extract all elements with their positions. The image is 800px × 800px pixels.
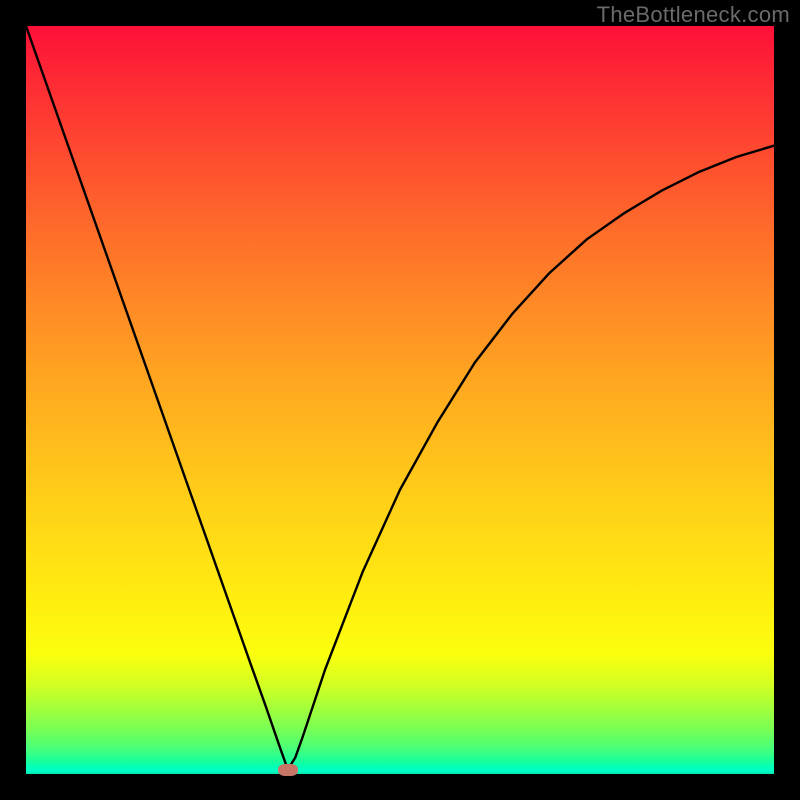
curve-path xyxy=(26,26,774,770)
watermark-text: TheBottleneck.com xyxy=(597,2,790,28)
chart-frame: TheBottleneck.com xyxy=(0,0,800,800)
optimal-point-marker xyxy=(278,764,298,776)
plot-area xyxy=(26,26,774,774)
bottleneck-curve xyxy=(26,26,774,774)
